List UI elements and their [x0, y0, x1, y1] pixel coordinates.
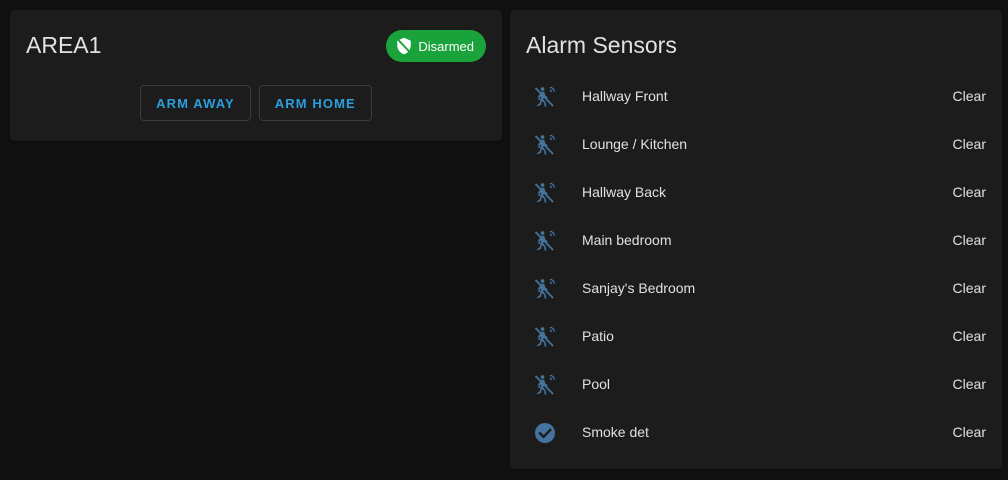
motion-sensor-off-icon [533, 181, 557, 205]
arm-home-button[interactable]: ARM HOME [258, 85, 372, 121]
check-circle-icon [533, 421, 557, 445]
alarm-panel-title: AREA1 [26, 32, 102, 58]
motion-sensor-off-icon [533, 373, 557, 397]
sensor-row[interactable]: Hallway Front Clear [510, 73, 1002, 121]
sensor-list: Hallway Front Clear Lounge / Kitchen Clear… [510, 73, 1002, 457]
arm-away-button[interactable]: ARM AWAY [140, 85, 251, 121]
sensor-state: Clear [952, 280, 986, 296]
sensor-row[interactable]: Smoke det Clear [510, 409, 1002, 457]
sensor-state: Clear [952, 88, 986, 104]
motion-sensor-off-icon [533, 325, 557, 349]
sensors-card-title: Alarm Sensors [526, 32, 677, 58]
sensor-row[interactable]: Patio Clear [510, 313, 1002, 361]
sensor-name: Pool [582, 376, 611, 392]
arm-actions: ARM AWAY ARM HOME [10, 85, 502, 121]
sensor-name: Lounge / Kitchen [582, 136, 688, 152]
sensor-name: Smoke det [582, 424, 649, 440]
sensor-state: Clear [952, 184, 986, 200]
alarm-state-label: Disarmed [418, 38, 474, 54]
sensor-row[interactable]: Pool Clear [510, 361, 1002, 409]
sensor-row[interactable]: Sanjay's Bedroom Clear [510, 265, 1002, 313]
sensor-name: Patio [582, 328, 614, 344]
alarm-sensors-card: Alarm Sensors Hallway Front Clear Lounge … [510, 10, 1002, 469]
sensor-row[interactable]: Lounge / Kitchen Clear [510, 121, 1002, 169]
sensor-name: Hallway Front [582, 88, 668, 104]
sensor-name: Hallway Back [582, 184, 667, 200]
motion-sensor-off-icon [533, 133, 557, 157]
sensor-state: Clear [952, 136, 986, 152]
sensor-name: Sanjay's Bedroom [582, 280, 696, 296]
motion-sensor-off-icon [533, 277, 557, 301]
sensor-state: Clear [952, 376, 986, 392]
sensor-row[interactable]: Hallway Back Clear [510, 169, 1002, 217]
shield-off-icon [395, 37, 413, 55]
sensor-state: Clear [952, 424, 986, 440]
alarm-state-badge[interactable]: Disarmed [386, 30, 486, 62]
motion-sensor-off-icon [533, 229, 557, 253]
sensor-state: Clear [952, 328, 986, 344]
sensor-row[interactable]: Main bedroom Clear [510, 217, 1002, 265]
alarm-panel-card: AREA1 Disarmed ARM AWAY ARM HOME [10, 10, 502, 141]
motion-sensor-off-icon [533, 85, 557, 109]
sensor-name: Main bedroom [582, 232, 672, 248]
sensor-state: Clear [952, 232, 986, 248]
